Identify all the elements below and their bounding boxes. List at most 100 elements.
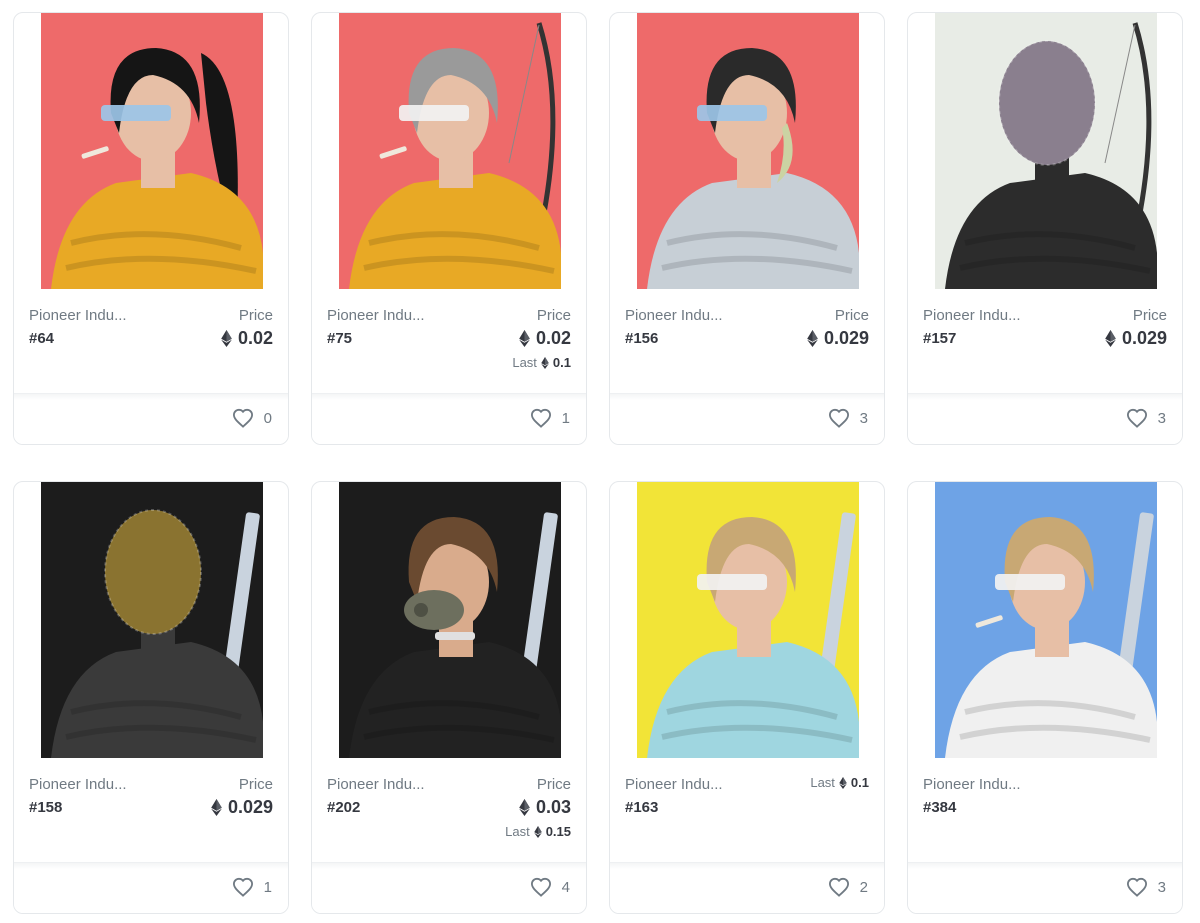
nft-artwork[interactable] [41,13,263,289]
token-id: #163 [625,799,659,816]
nft-card[interactable]: Pioneer Indu... #75 Price 0.02 Last 0.1 … [311,12,587,445]
favorite-count: 4 [561,878,570,896]
card-info: Pioneer Indu... #384 [923,774,1167,864]
favorite-button[interactable]: 1 [530,408,570,428]
last-sale-value: 0.1 [552,355,571,370]
favorite-count: 1 [263,878,272,896]
card-info: Pioneer Indu... #163 Last 0.1 [625,774,869,864]
current-price: 0.029 [807,328,869,349]
heart-outline-icon[interactable] [232,877,254,897]
favorite-button[interactable]: 0 [232,408,272,428]
favorite-count: 3 [1157,409,1166,427]
collection-name[interactable]: Pioneer Indu... [29,776,127,793]
nft-card[interactable]: Pioneer Indu... #202 Price 0.03 Last 0.1… [311,481,587,914]
token-id: #384 [923,799,957,816]
card-footer: 3 [610,393,884,444]
ethereum-icon [541,356,549,369]
favorite-button[interactable]: 3 [1126,877,1166,897]
favorite-button[interactable]: 3 [828,408,868,428]
ethereum-icon [1105,330,1116,347]
nft-card[interactable]: Pioneer Indu... #156 Price 0.029 3 [609,12,885,445]
favorite-button[interactable]: 3 [1126,408,1166,428]
card-info: Pioneer Indu... #157 Price 0.029 [923,305,1167,395]
nft-card[interactable]: Pioneer Indu... #163 Last 0.1 2 [609,481,885,914]
heart-outline-icon[interactable] [530,877,552,897]
nft-artwork[interactable] [339,482,561,758]
price-value: 0.029 [823,328,869,348]
favorite-count: 0 [263,409,272,427]
current-price: 0.029 [211,797,273,818]
token-id: #202 [327,799,361,816]
collection-name[interactable]: Pioneer Indu... [625,776,723,793]
nft-artwork[interactable] [339,13,561,289]
collection-name[interactable]: Pioneer Indu... [327,307,425,324]
heart-outline-icon[interactable] [1126,877,1148,897]
ethereum-icon [519,799,530,816]
price-label: Price [238,776,273,793]
nft-artwork[interactable] [637,13,859,289]
collection-name[interactable]: Pioneer Indu... [327,776,425,793]
card-footer: 3 [908,862,1182,913]
nft-artwork[interactable] [637,482,859,758]
nft-artwork[interactable] [41,482,263,758]
card-footer: 3 [908,393,1182,444]
favorite-button[interactable]: 4 [530,877,570,897]
price-value: 0.03 [535,797,571,817]
favorite-button[interactable]: 2 [828,877,868,897]
last-sale: Last 0.15 [505,824,571,839]
current-price: 0.03 [519,797,571,818]
collection-name[interactable]: Pioneer Indu... [625,307,723,324]
card-footer: 0 [14,393,288,444]
heart-outline-icon[interactable] [232,408,254,428]
heart-outline-icon[interactable] [828,408,850,428]
favorite-count: 2 [859,878,868,896]
nft-artwork[interactable] [935,482,1157,758]
heart-outline-icon[interactable] [828,877,850,897]
nft-card[interactable]: Pioneer Indu... #64 Price 0.02 0 [13,12,289,445]
ethereum-icon [839,776,847,789]
token-id: #64 [29,330,55,347]
collection-name[interactable]: Pioneer Indu... [923,307,1021,324]
card-info: Pioneer Indu... #156 Price 0.029 [625,305,869,395]
card-info: Pioneer Indu... #158 Price 0.029 [29,774,273,864]
nft-artwork[interactable] [935,13,1157,289]
last-sale: Last 0.1 [512,355,571,370]
favorite-count: 3 [1157,878,1166,896]
price-value: 0.02 [535,328,571,348]
nft-card[interactable]: Pioneer Indu... #158 Price 0.029 1 [13,481,289,914]
favorite-count: 3 [859,409,868,427]
token-id: #157 [923,330,957,347]
nft-card[interactable]: Pioneer Indu... #384 3 [907,481,1183,914]
card-info: Pioneer Indu... #64 Price 0.02 [29,305,273,395]
price-value: 0.02 [237,328,273,348]
ethereum-icon [221,330,232,347]
last-sale-label: Last [505,824,530,839]
nft-card[interactable]: Pioneer Indu... #157 Price 0.029 3 [907,12,1183,445]
price-label: Price [238,307,273,324]
token-id: #158 [29,799,63,816]
price-value: 0.029 [227,797,273,817]
collection-name[interactable]: Pioneer Indu... [923,776,1021,793]
ethereum-icon [211,799,222,816]
ethereum-icon [533,825,542,838]
card-footer: 4 [312,862,586,913]
current-price: 0.02 [221,328,273,349]
card-info: Pioneer Indu... #202 Price 0.03 Last 0.1… [327,774,571,864]
price-label: Price [536,776,571,793]
card-footer: 2 [610,862,884,913]
heart-outline-icon[interactable] [1126,408,1148,428]
favorite-count: 1 [561,409,570,427]
nft-grid: Pioneer Indu... #64 Price 0.02 0 Pioneer… [0,0,1200,923]
price-label: Price [834,307,869,324]
price-label: Price [1132,307,1167,324]
ethereum-icon [807,330,818,347]
last-sale-label: Last [810,775,835,790]
last-sale-label: Last [512,355,537,370]
favorite-button[interactable]: 1 [232,877,272,897]
collection-name[interactable]: Pioneer Indu... [29,307,127,324]
price-label: Price [536,307,571,324]
current-price: 0.02 [519,328,571,349]
token-id: #156 [625,330,659,347]
last-sale-value: 0.1 [850,775,869,790]
heart-outline-icon[interactable] [530,408,552,428]
